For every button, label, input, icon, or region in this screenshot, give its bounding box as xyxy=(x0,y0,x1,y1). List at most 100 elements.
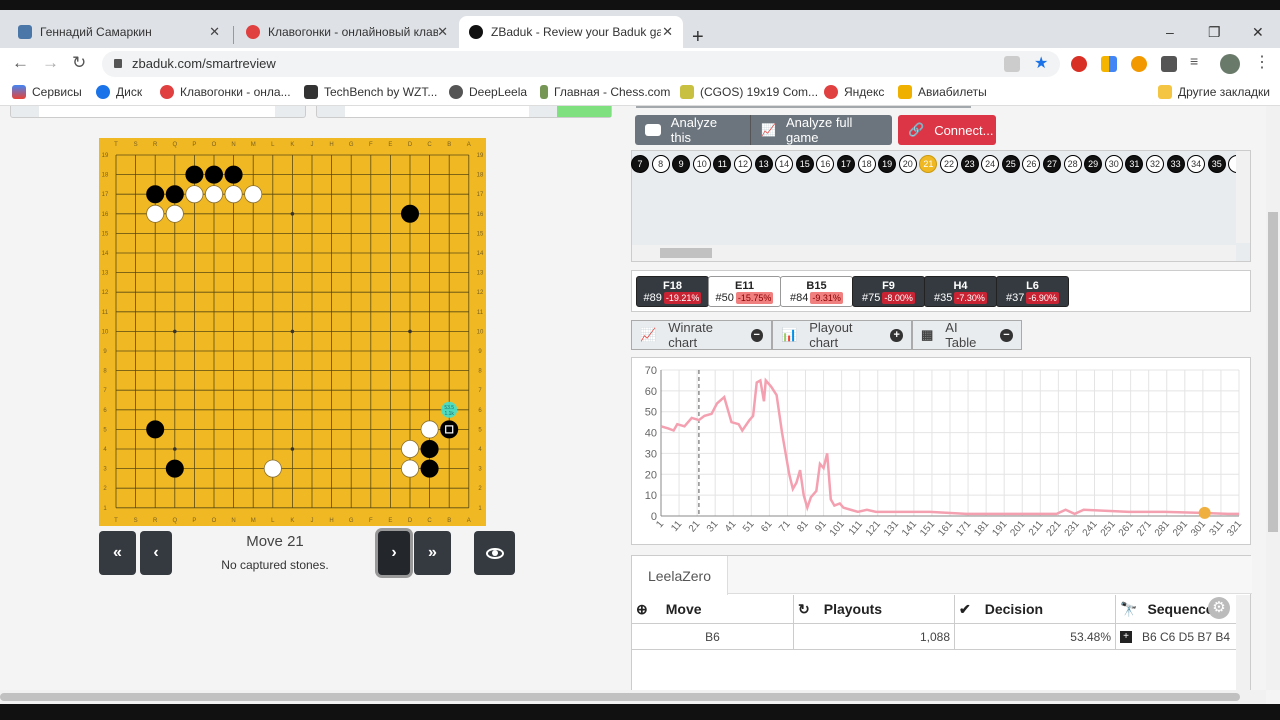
settings-gear-icon[interactable]: ⚙ xyxy=(1208,597,1230,619)
move-node[interactable]: 33 xyxy=(1166,155,1185,173)
page-vscroll[interactable] xyxy=(1266,106,1280,690)
move-node[interactable]: 12 xyxy=(734,155,752,173)
move-node[interactable]: 24 xyxy=(981,155,1000,173)
bookmark-item[interactable]: (CGOS) 19x19 Com... xyxy=(680,85,818,99)
game-input[interactable] xyxy=(345,106,529,117)
move-node[interactable]: 8 xyxy=(651,155,670,173)
close-window-button[interactable]: ✕ xyxy=(1252,24,1264,41)
move-node[interactable]: 20 xyxy=(898,155,917,173)
tab-klavogonki[interactable]: Клавогонки - онлайновый клав ✕ xyxy=(236,16,458,48)
move-node[interactable]: 27 xyxy=(1043,155,1061,173)
connect-button[interactable]: 🔗 Connect... xyxy=(898,115,996,145)
move-node[interactable]: 7 xyxy=(631,155,649,173)
ai-table-vscroll[interactable] xyxy=(1236,595,1250,690)
move-node[interactable]: 35 xyxy=(1207,155,1226,173)
close-tab-icon[interactable]: ✕ xyxy=(662,24,673,40)
move-node[interactable]: 32 xyxy=(1146,155,1164,173)
player-input-group[interactable] xyxy=(10,106,306,118)
bookmark-item[interactable]: Сервисы xyxy=(12,85,82,99)
move-node[interactable]: 15 xyxy=(795,155,814,173)
move-node[interactable]: 9 xyxy=(672,155,691,173)
game-input-group[interactable] xyxy=(316,106,612,118)
mistake-button[interactable]: L6 #37 -6.90% xyxy=(996,276,1069,307)
toggle-visibility-button[interactable] xyxy=(474,531,515,575)
move-node[interactable]: 11 xyxy=(713,155,732,173)
move-node[interactable]: 28 xyxy=(1063,155,1082,173)
bookmark-star-icon[interactable]: ★ xyxy=(1034,53,1050,72)
tab-vk[interactable]: Геннадий Самаркин ✕ xyxy=(8,16,230,48)
bookmark-item[interactable]: Диск xyxy=(96,85,142,99)
winrate-chart[interactable]: 0102030405060701 11 21 31 41 51 61 71 81 91101 111… xyxy=(632,358,1250,544)
other-bookmarks[interactable]: Другие закладки xyxy=(1158,85,1270,99)
bookmark-item[interactable]: DeepLeela xyxy=(449,85,527,99)
move-node[interactable]: 14 xyxy=(775,155,794,173)
menu-icon[interactable]: ⋮ xyxy=(1254,52,1270,71)
go-board[interactable]: TT19 19SS18 18RR17 17QQ16 16PP15 15OO14 14NN13… xyxy=(99,138,486,526)
move-node[interactable]: 21 xyxy=(919,155,938,173)
move-node[interactable]: 16 xyxy=(816,155,835,173)
move-node[interactable]: 25 xyxy=(1001,155,1020,173)
mistake-button[interactable]: F18 #89 -19.21% xyxy=(636,276,709,307)
cell-sequence[interactable]: + B6 C6 D5 B7 B4 xyxy=(1116,623,1236,650)
forward-icon[interactable]: → xyxy=(42,53,59,73)
move-node[interactable]: 34 xyxy=(1187,155,1206,173)
winrate-chart-toggle[interactable]: 📈 Winrate chart − xyxy=(631,320,772,350)
column-header-decision[interactable]: ✔ Decision xyxy=(955,595,1116,623)
back-icon[interactable]: ← xyxy=(12,53,29,73)
player-input[interactable] xyxy=(39,106,275,117)
mistake-button[interactable]: B15 #84 -9.31% xyxy=(780,276,853,307)
extension-grid-icon[interactable] xyxy=(1101,56,1117,72)
move-node[interactable]: 22 xyxy=(940,155,958,173)
expand-plus-icon[interactable]: + xyxy=(1120,630,1132,643)
move-node[interactable]: 17 xyxy=(837,155,855,173)
move-node[interactable]: 23 xyxy=(960,155,979,173)
move-node[interactable]: 19 xyxy=(878,155,897,173)
last-move-button[interactable]: » xyxy=(414,531,451,575)
url-input[interactable]: zbaduk.com/smartreview xyxy=(102,51,1060,77)
adblock-icon[interactable] xyxy=(1071,56,1087,72)
mistake-button[interactable]: H4 #35 -7.30% xyxy=(924,276,997,307)
scroll-thumb[interactable] xyxy=(660,248,712,258)
page-hscroll[interactable] xyxy=(0,690,1266,704)
load-button[interactable] xyxy=(557,106,611,117)
analyze-full-game-button[interactable]: 📈 Analyze full game xyxy=(750,115,892,145)
prev-move-button[interactable]: ‹ xyxy=(140,531,172,575)
next-move-button[interactable]: › xyxy=(378,531,410,575)
column-header-move[interactable]: ⊕ Move xyxy=(632,595,794,623)
move-node[interactable]: 29 xyxy=(1084,155,1103,173)
bookmark-item[interactable]: TechBench by WZT... xyxy=(304,85,437,99)
mistake-button[interactable]: E11 #50 -15.75% xyxy=(708,276,781,307)
move-node[interactable]: 30 xyxy=(1104,155,1123,173)
maximize-button[interactable]: ❐ xyxy=(1208,24,1221,41)
column-header-playouts[interactable]: ↻ Playouts xyxy=(794,595,955,623)
tab-leelazero[interactable]: LeelaZero xyxy=(632,556,728,595)
first-move-button[interactable]: « xyxy=(99,531,136,575)
cell-move[interactable]: B6 xyxy=(632,623,794,650)
close-tab-icon[interactable]: ✕ xyxy=(209,24,220,40)
scroll-thumb[interactable] xyxy=(0,693,1240,701)
playout-chart-toggle[interactable]: 📊 Playout chart + xyxy=(772,320,912,350)
bookmark-item[interactable]: Клавогонки - онла... xyxy=(160,85,291,99)
move-node[interactable]: 26 xyxy=(1022,155,1041,173)
mistake-button[interactable]: F9 #75 -8.00% xyxy=(852,276,925,307)
close-tab-icon[interactable]: ✕ xyxy=(437,24,448,40)
translate-icon[interactable] xyxy=(1004,56,1020,72)
reload-icon[interactable]: ↻ xyxy=(72,53,86,73)
move-node[interactable]: 18 xyxy=(857,155,876,173)
avatar[interactable] xyxy=(1220,54,1240,74)
tab-zbaduk[interactable]: ZBaduk - Review your Baduk gam ✕ xyxy=(459,16,683,48)
scroll-thumb[interactable] xyxy=(1268,212,1278,532)
move-node[interactable]: 31 xyxy=(1125,155,1144,173)
puzzle-icon[interactable] xyxy=(1161,56,1177,72)
analyze-this-button[interactable]: Analyze this xyxy=(635,115,750,145)
media-icon[interactable]: ≡ xyxy=(1190,53,1206,69)
minimize-button[interactable]: – xyxy=(1166,24,1174,40)
move-node[interactable]: 13 xyxy=(754,155,773,173)
key-icon[interactable] xyxy=(1131,56,1147,72)
bookmark-item[interactable]: Главная - Chess.com xyxy=(540,85,670,99)
move-node[interactable]: 10 xyxy=(692,155,711,173)
bookmark-item[interactable]: Яндекс xyxy=(824,85,884,99)
ai-table-toggle[interactable]: ▦ AI Table − xyxy=(912,320,1022,350)
bookmark-item[interactable]: Авиабилеты xyxy=(898,85,987,99)
move-tree-panel[interactable]: 7 8 9 10 11 12 13 14 15 16 17 18 19 20 21 22 23 24 25 26 27 2… xyxy=(631,150,1251,262)
